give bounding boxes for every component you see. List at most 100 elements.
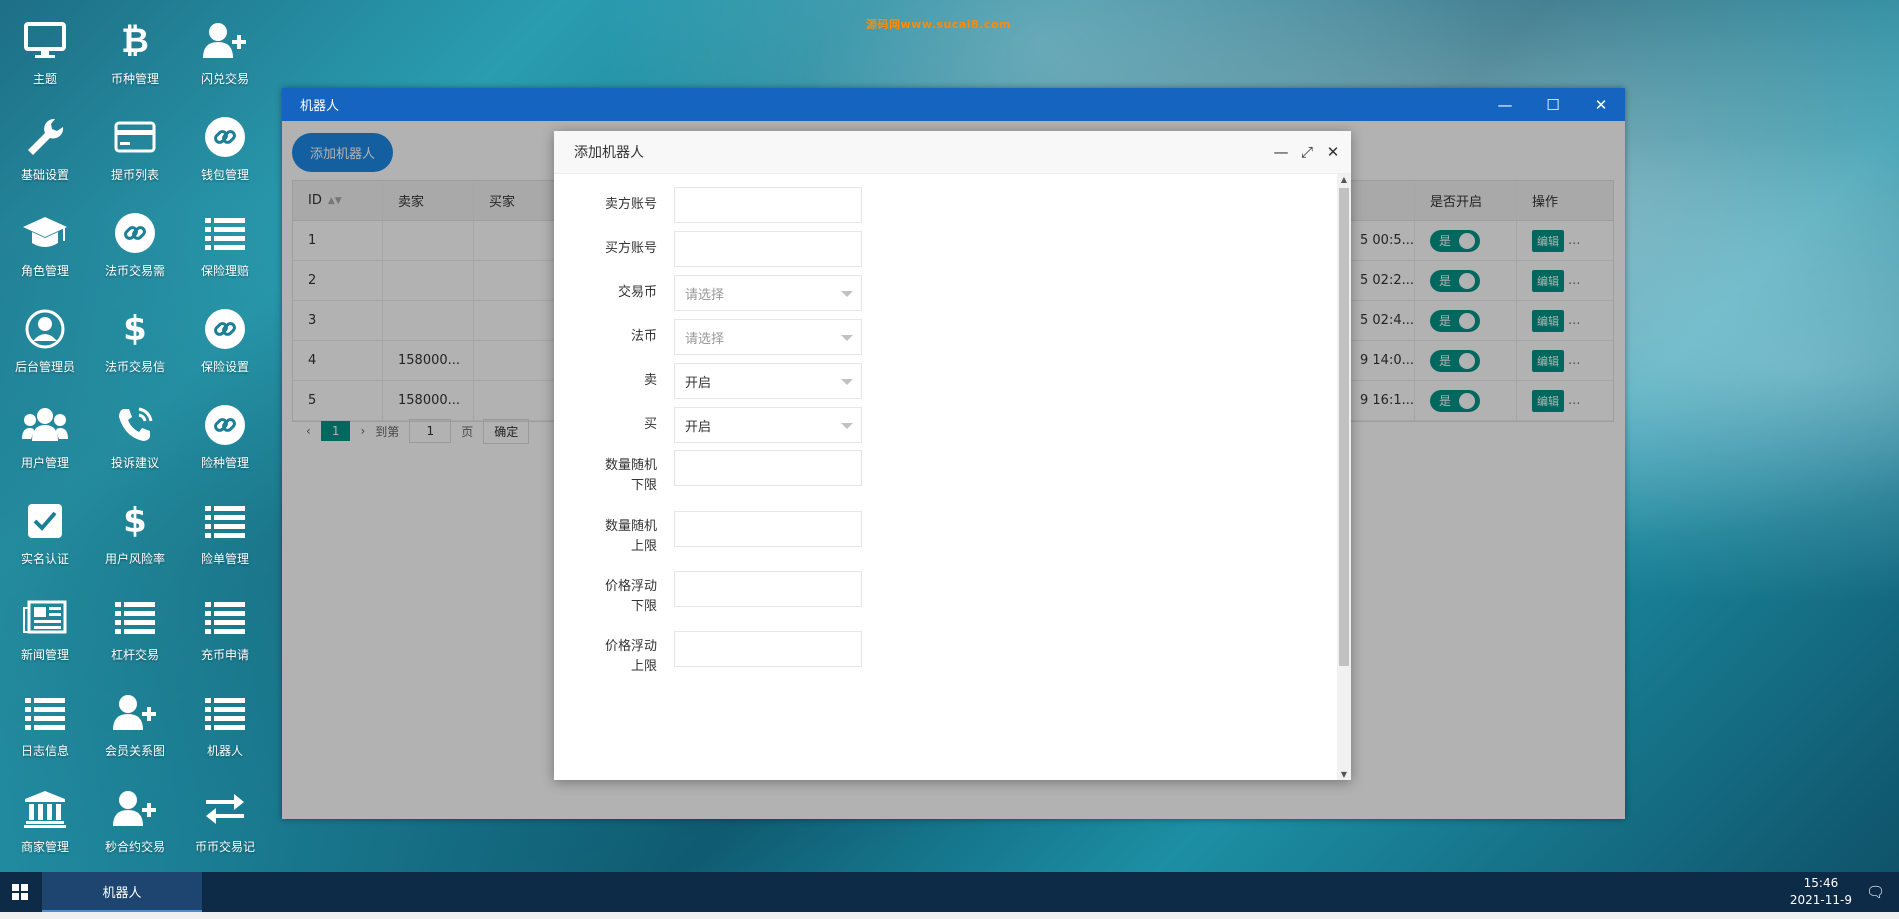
taskbar: 机器人 15:46 2021-11-9 🗨 (0, 872, 1899, 912)
desktop-icon-0[interactable]: 主题 (0, 14, 90, 110)
text-input[interactable] (674, 231, 862, 267)
desktop-icon-7[interactable]: 法币交易需 (90, 206, 180, 302)
dialog-scrollbar[interactable]: ▲ ▼ (1337, 174, 1351, 780)
desktop-icon-5[interactable]: 钱包管理 (180, 110, 270, 206)
link-circle-icon (202, 306, 248, 352)
desktop-icon-8[interactable]: 保险理赔 (180, 206, 270, 302)
desktop-icon-label: 险单管理 (200, 552, 249, 566)
field-label: 价格浮动下限 (604, 579, 657, 614)
desktop-icon-14[interactable]: 险种管理 (180, 398, 270, 494)
taskbar-clock[interactable]: 15:46 2021-11-9 (1790, 875, 1852, 909)
user-plus-icon (112, 786, 158, 832)
minimize-icon[interactable]: — (1481, 88, 1529, 121)
desktop-icon-label: 险种管理 (200, 456, 249, 470)
bottom-strip (0, 912, 1899, 919)
desktop-icon-2[interactable]: 闪兑交易 (180, 14, 270, 110)
desktop-icon-label: 角色管理 (20, 264, 69, 278)
field-label: 卖方账号 (604, 197, 657, 212)
desktop-icon-label: 钱包管理 (200, 168, 249, 182)
text-input[interactable] (674, 631, 862, 667)
desktop-icon-label: 保险设置 (200, 360, 249, 374)
desktop-icon-label: 闪兑交易 (200, 72, 249, 86)
field-label: 价格浮动上限 (604, 639, 657, 674)
window-title: 机器人 (300, 99, 340, 114)
select-field[interactable]: 请选择 (674, 275, 862, 311)
desktop-icon-24[interactable]: 商家管理 (0, 782, 90, 878)
desktop-icon-10[interactable]: $ 法币交易信 (90, 302, 180, 398)
scroll-down-icon[interactable]: ▼ (1337, 770, 1351, 779)
list-icon (22, 690, 68, 736)
maximize-icon[interactable]: ⤢ (1299, 143, 1315, 161)
desktop-icon-label: 充币申请 (200, 648, 249, 662)
desktop-icon-22[interactable]: 会员关系图 (90, 686, 180, 782)
chevron-down-icon (841, 335, 853, 341)
desktop-icon-label: 实名认证 (20, 552, 69, 566)
desktop-icon-16[interactable]: $ 用户风险率 (90, 494, 180, 590)
field-label: 法币 (630, 329, 657, 344)
desktop-icon-20[interactable]: 充币申请 (180, 590, 270, 686)
desktop-icon-19[interactable]: 杠杆交易 (90, 590, 180, 686)
notification-icon[interactable]: 🗨 (1866, 883, 1885, 901)
text-input[interactable] (674, 511, 862, 547)
wrench-icon (22, 114, 68, 160)
field-label: 买方账号 (604, 241, 657, 256)
phone-icon (112, 402, 158, 448)
users-icon (22, 402, 68, 448)
windows-start-icon[interactable] (0, 872, 40, 912)
desktop-icon-11[interactable]: 保险设置 (180, 302, 270, 398)
dialog-header[interactable]: 添加机器人 — ⤢ ✕ (554, 131, 1351, 174)
user-circle-icon (22, 306, 68, 352)
clock-date: 2021-11-9 (1789, 893, 1852, 907)
text-input[interactable] (674, 571, 862, 607)
desktop-icon-4[interactable]: 提币列表 (90, 110, 180, 206)
close-icon[interactable]: ✕ (1325, 143, 1341, 161)
link-circle-icon (202, 114, 248, 160)
select-field[interactable]: 开启 (674, 407, 862, 443)
select-field[interactable]: 请选择 (674, 319, 862, 355)
list-icon (202, 690, 248, 736)
chevron-down-icon (841, 379, 853, 385)
desktop-icon-grid: 主题 ₿ 币种管理 闪兑交易 基础设置 提币列表 钱包管理 角色管理 法币交易需 … (0, 14, 260, 878)
maximize-icon[interactable]: ☐ (1529, 88, 1577, 121)
desktop-icon-label: 用户管理 (20, 456, 69, 470)
credit-card-icon (112, 114, 158, 160)
desktop-icon-label: 法币交易需 (104, 264, 165, 278)
desktop-icon-label: 日志信息 (20, 744, 69, 758)
desktop-icon-label: 用户风险率 (104, 552, 165, 566)
desktop-icon-13[interactable]: 投诉建议 (90, 398, 180, 494)
dialog-title: 添加机器人 (574, 145, 644, 161)
link-circle-icon (202, 402, 248, 448)
desktop-icon-9[interactable]: 后台管理员 (0, 302, 90, 398)
add-robot-dialog: 添加机器人 — ⤢ ✕ 卖方账号 买方账号 交易币 请选择 法币 请选择卖开启买开启 数量随… (554, 131, 1351, 780)
exchange-icon (202, 786, 248, 832)
desktop-icon-label: 法币交易信 (104, 360, 165, 374)
desktop-icon-21[interactable]: 日志信息 (0, 686, 90, 782)
desktop-icon-23[interactable]: 机器人 (180, 686, 270, 782)
watermark-text: 源码网www.sucai8.com (866, 18, 1011, 31)
desktop-icon-3[interactable]: 基础设置 (0, 110, 90, 206)
desktop-icon-6[interactable]: 角色管理 (0, 206, 90, 302)
close-icon[interactable]: ✕ (1577, 88, 1625, 121)
text-input[interactable] (674, 187, 862, 223)
desktop-icon-18[interactable]: 新闻管理 (0, 590, 90, 686)
checkbox-icon (22, 498, 68, 544)
scroll-thumb[interactable] (1339, 188, 1349, 666)
desktop-icon-17[interactable]: 险单管理 (180, 494, 270, 590)
desktop-icon-26[interactable]: 币币交易记 (180, 782, 270, 878)
desktop-icon-label: 基础设置 (20, 168, 69, 182)
minimize-icon[interactable]: — (1273, 143, 1289, 161)
window-titlebar[interactable]: 机器人 — ☐ ✕ (282, 88, 1625, 121)
taskbar-item-robot[interactable]: 机器人 (42, 872, 202, 912)
scroll-up-icon[interactable]: ▲ (1337, 175, 1351, 184)
dollar-icon: $ (123, 309, 147, 349)
desktop-icon-1[interactable]: ₿ 币种管理 (90, 14, 180, 110)
list-icon (112, 594, 158, 640)
text-input[interactable] (674, 450, 862, 486)
select-field[interactable]: 开启 (674, 363, 862, 399)
desktop-icon-25[interactable]: 秒合约交易 (90, 782, 180, 878)
desktop-icon-15[interactable]: 实名认证 (0, 494, 90, 590)
desktop-icon-12[interactable]: 用户管理 (0, 398, 90, 494)
chevron-down-icon (841, 423, 853, 429)
field-label: 交易币 (617, 285, 657, 300)
graduation-cap-icon (22, 210, 68, 256)
